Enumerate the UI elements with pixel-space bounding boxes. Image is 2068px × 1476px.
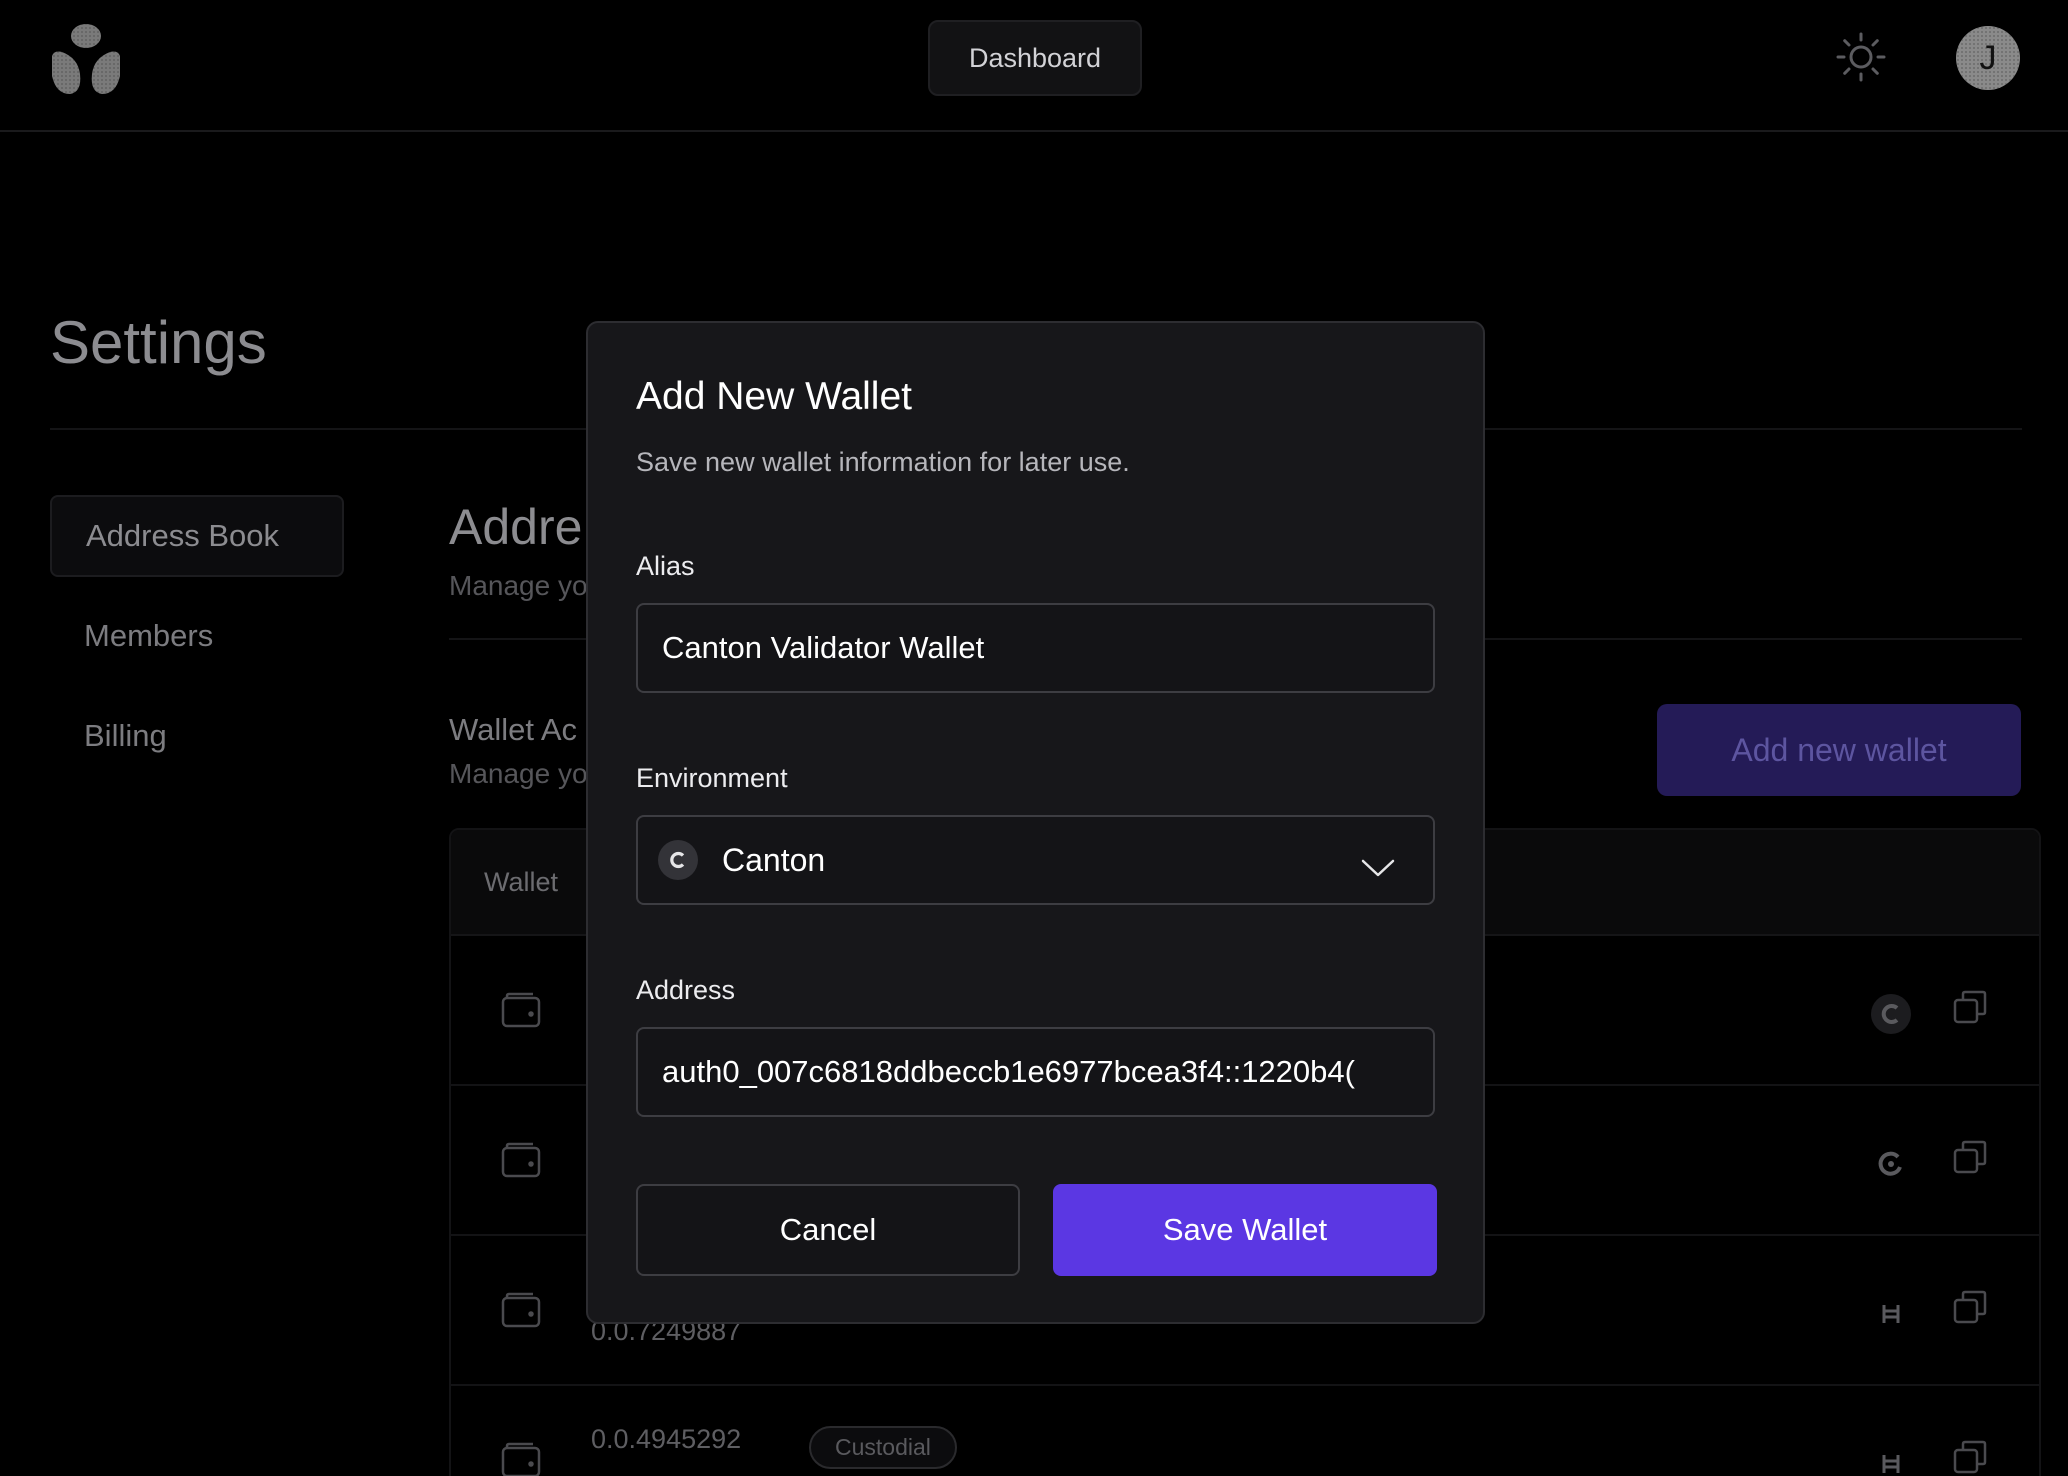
page-title: Settings [50, 309, 267, 376]
copy-icon[interactable] [1953, 1290, 1989, 1326]
user-avatar[interactable]: J [1956, 26, 2020, 90]
dialog-title: Add New Wallet [636, 375, 912, 418]
environment-select[interactable]: Canton [636, 815, 1435, 905]
copy-icon[interactable] [1953, 1140, 1989, 1176]
wallet-addresses-title: Wallet Ac [449, 712, 578, 747]
canton-icon [658, 840, 698, 880]
top-bar: Dashboard J [0, 0, 2068, 132]
section-subtitle: Manage yo [449, 570, 588, 601]
wallet-icon [501, 1442, 541, 1476]
alias-label: Alias [636, 551, 695, 581]
wallet-icon [501, 1142, 541, 1178]
app-root: Dashboard J Settings Address Book Member… [0, 0, 2068, 1476]
sidebar-item-billing[interactable]: Billing [50, 695, 344, 777]
cancel-button[interactable]: Cancel [636, 1184, 1020, 1276]
column-header-wallet: Wallet [484, 866, 559, 897]
chevron-down-icon[interactable] [1361, 850, 1395, 877]
address-input[interactable] [662, 1054, 1409, 1090]
alias-input[interactable] [662, 630, 1409, 666]
hedera-icon [1871, 1294, 1911, 1334]
add-wallet-dialog: Add New Wallet Save new wallet informati… [586, 321, 1485, 1324]
copy-icon[interactable] [1953, 1440, 1989, 1476]
brand-logo[interactable] [48, 22, 124, 96]
table-row[interactable]: 0.0.4945292 Custodial [451, 1386, 2039, 1476]
dialog-description: Save new wallet information for later us… [636, 447, 1130, 477]
wallet-icon [501, 992, 541, 1028]
address-label: Address [636, 975, 736, 1005]
wallet-icon [501, 1292, 541, 1328]
wallet-addresses-subtitle: Manage yo [449, 758, 588, 789]
environment-label: Environment [636, 763, 788, 793]
custody-badge: Custodial [809, 1426, 957, 1469]
spiral-icon [1871, 1144, 1911, 1184]
add-new-wallet-button[interactable]: Add new wallet [1657, 704, 2021, 796]
alias-field[interactable] [636, 603, 1435, 693]
sun-icon[interactable] [1834, 30, 1888, 84]
hedera-icon [1871, 1444, 1911, 1476]
sidebar-item-members[interactable]: Members [50, 595, 344, 677]
sidebar-item-address-book[interactable]: Address Book [50, 495, 344, 577]
wallet-address: 0.0.4945292 [591, 1424, 742, 1454]
save-wallet-button[interactable]: Save Wallet [1053, 1184, 1437, 1276]
section-title: Addre [449, 499, 583, 555]
address-field[interactable] [636, 1027, 1435, 1117]
dashboard-button[interactable]: Dashboard [928, 20, 1142, 96]
canton-icon [1871, 994, 1911, 1034]
environment-value: Canton [722, 841, 826, 878]
copy-icon[interactable] [1953, 990, 1989, 1026]
